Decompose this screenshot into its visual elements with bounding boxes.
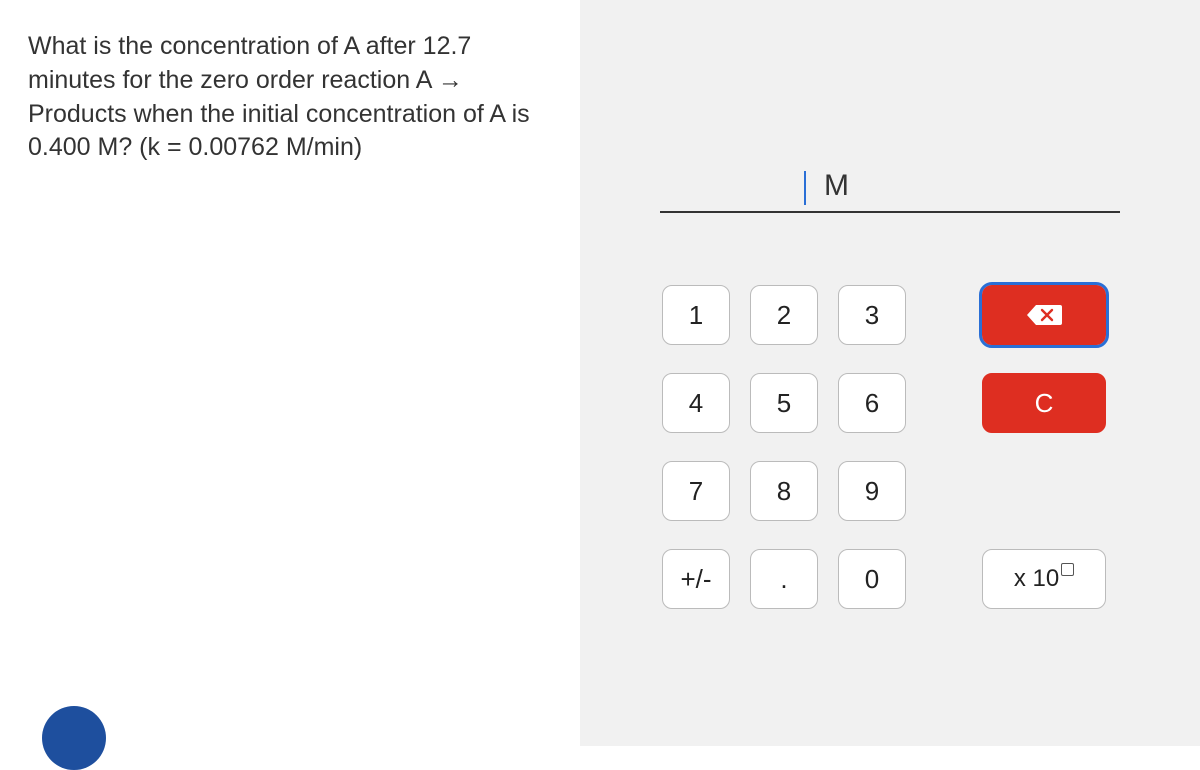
- key-scientific[interactable]: x 10: [982, 549, 1106, 609]
- floating-action-button[interactable]: [42, 706, 106, 770]
- key-sign[interactable]: +/-: [662, 549, 730, 609]
- exponent-box-icon: [1061, 563, 1074, 576]
- answer-panel: M 1 2 3 4 5 6 C 7: [580, 0, 1200, 746]
- key-1[interactable]: 1: [662, 285, 730, 345]
- backspace-icon: [1026, 303, 1062, 327]
- key-dot[interactable]: .: [750, 549, 818, 609]
- key-2[interactable]: 2: [750, 285, 818, 345]
- main-container: What is the concentration of A after 12.…: [0, 0, 1200, 746]
- key-3[interactable]: 3: [838, 285, 906, 345]
- text-cursor: [804, 171, 806, 205]
- question-panel: What is the concentration of A after 12.…: [0, 0, 580, 746]
- spacer: [926, 373, 962, 433]
- spacer: [982, 461, 1106, 521]
- key-6[interactable]: 6: [838, 373, 906, 433]
- key-4[interactable]: 4: [662, 373, 730, 433]
- key-7[interactable]: 7: [662, 461, 730, 521]
- backspace-button[interactable]: [982, 285, 1106, 345]
- key-9[interactable]: 9: [838, 461, 906, 521]
- keypad: 1 2 3 4 5 6 C 7 8 9: [608, 285, 1172, 609]
- answer-row: M: [608, 165, 1172, 213]
- sci-label: x 10: [1014, 565, 1059, 593]
- question-text: What is the concentration of A after 12.…: [28, 30, 552, 165]
- key-8[interactable]: 8: [750, 461, 818, 521]
- spacer: [926, 461, 962, 521]
- key-0[interactable]: 0: [838, 549, 906, 609]
- spacer: [926, 549, 962, 609]
- key-5[interactable]: 5: [750, 373, 818, 433]
- clear-button[interactable]: C: [982, 373, 1106, 433]
- answer-unit: M: [824, 169, 849, 203]
- answer-input-wrap[interactable]: M: [660, 165, 1120, 213]
- spacer: [926, 285, 962, 345]
